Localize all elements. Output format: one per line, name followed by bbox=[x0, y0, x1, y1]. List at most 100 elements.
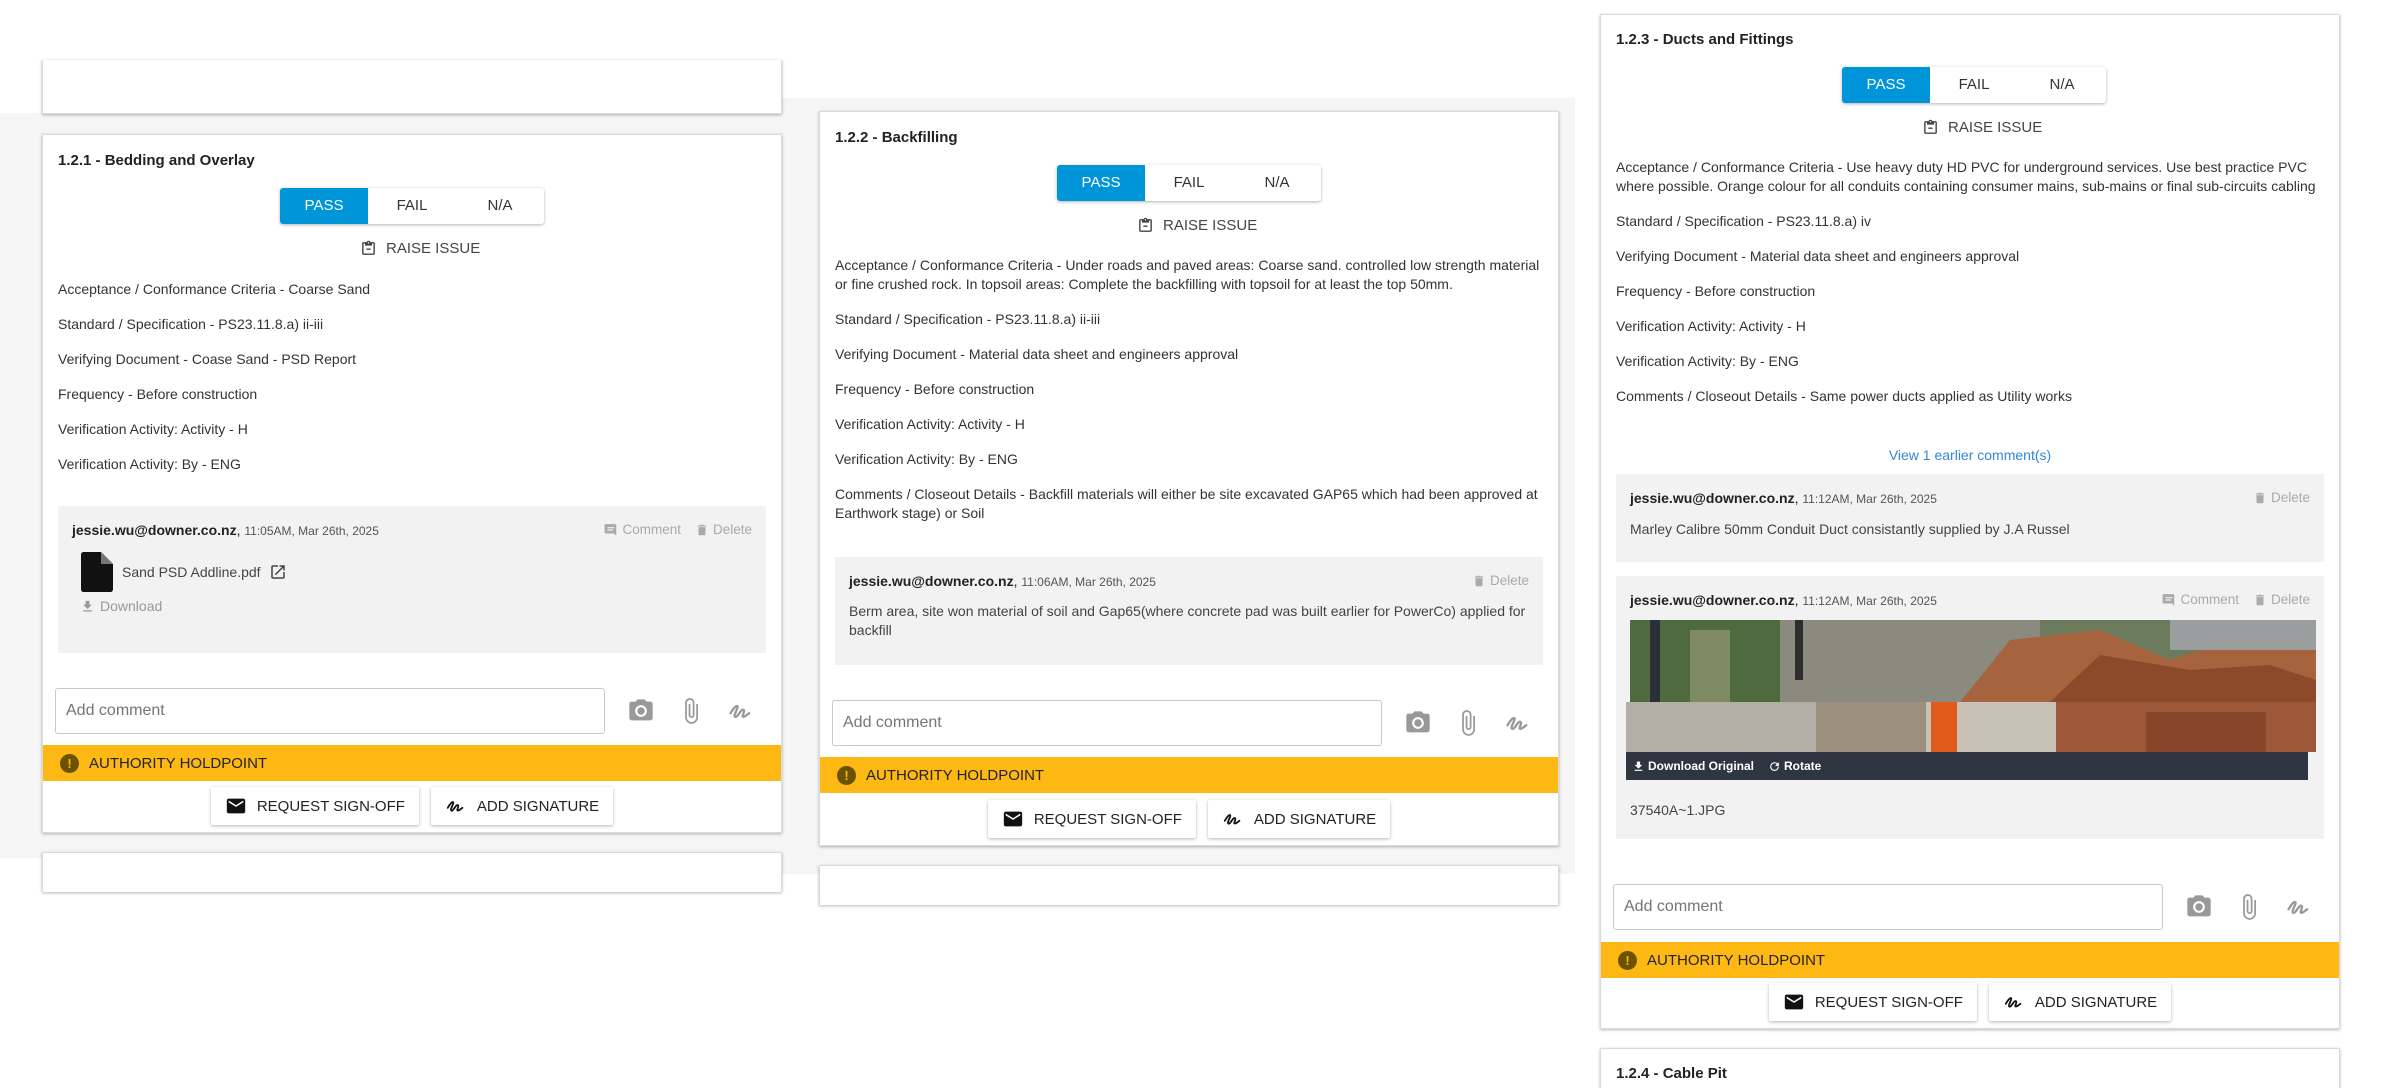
trash-icon bbox=[2255, 594, 2265, 605]
fail-option[interactable]: FAIL bbox=[368, 188, 456, 224]
na-option[interactable]: N/A bbox=[456, 188, 544, 224]
delete-button[interactable]: Delete bbox=[2253, 592, 2310, 607]
signature-icon[interactable] bbox=[727, 697, 755, 725]
download-label: Download bbox=[100, 598, 163, 614]
request-signoff-button[interactable]: REQUEST SIGN-OFF bbox=[987, 800, 1196, 838]
trash-icon bbox=[697, 524, 707, 535]
rotate-button[interactable]: Rotate bbox=[1768, 759, 1821, 773]
comment-icon bbox=[605, 523, 617, 536]
attachment-filename: Sand PSD Addline.pdf bbox=[122, 564, 261, 580]
clipboard-icon bbox=[1139, 217, 1152, 232]
add-comment-row bbox=[1613, 884, 2313, 930]
view-earlier-comments-link[interactable]: View 1 earlier comment(s) bbox=[1601, 447, 2339, 463]
comment-text: Berm area, site won material of soil and… bbox=[849, 603, 1526, 638]
criteria-line: Acceptance / Conformance Criteria - Use … bbox=[1616, 159, 2316, 194]
criteria-line: Acceptance / Conformance Criteria - Unde… bbox=[835, 257, 1540, 292]
request-signoff-label: REQUEST SIGN-OFF bbox=[256, 797, 405, 815]
criteria-line: Verifying Document - Material data sheet… bbox=[835, 346, 1239, 362]
request-signoff-label: REQUEST SIGN-OFF bbox=[1033, 810, 1182, 828]
camera-icon[interactable] bbox=[2185, 893, 2213, 921]
open-external-icon[interactable] bbox=[269, 563, 287, 581]
attachment-filename: 37540A~1.JPG bbox=[1630, 802, 1726, 818]
comment-timestamp: 11:12AM, Mar 26th, 2025 bbox=[1802, 594, 1937, 608]
signature-icon[interactable] bbox=[2285, 893, 2313, 921]
criteria-line: Verification Activity: Activity - H bbox=[1616, 318, 1806, 334]
comment-button[interactable]: Comment bbox=[604, 522, 681, 537]
add-signature-label: ADD SIGNATURE bbox=[476, 797, 600, 815]
add-signature-button[interactable]: ADD SIGNATURE bbox=[430, 787, 614, 825]
attachment-photo[interactable] bbox=[1630, 620, 2316, 702]
criteria-line: Comments / Closeout Details - Backfill m… bbox=[835, 486, 1538, 521]
criteria-line: Verifying Document - Coase Sand - PSD Re… bbox=[58, 351, 357, 367]
alert-icon: ! bbox=[60, 753, 79, 773]
criteria-line: Comments / Closeout Details - Same power… bbox=[1616, 388, 2072, 404]
fail-option[interactable]: FAIL bbox=[1930, 67, 2018, 103]
comment-author: jessie.wu@downer.co.nz bbox=[1630, 490, 1795, 506]
photo-image-lower bbox=[1626, 702, 2316, 752]
card-title: 1.2.1 - Bedding and Overlay bbox=[58, 152, 255, 169]
document-icon bbox=[81, 552, 113, 592]
photo-image bbox=[1630, 620, 2316, 702]
add-comment-input[interactable] bbox=[55, 688, 605, 734]
previous-card-edge-left bbox=[42, 60, 782, 114]
delete-button[interactable]: Delete bbox=[1472, 573, 1529, 588]
signoff-actions: REQUEST SIGN-OFF ADD SIGNATURE bbox=[43, 787, 781, 825]
attach-icon[interactable] bbox=[677, 697, 705, 725]
inspection-card-1-2-4: 1.2.4 - Cable Pit bbox=[1600, 1048, 2340, 1088]
comment-author: jessie.wu@downer.co.nz bbox=[849, 573, 1014, 589]
criteria-line: Frequency - Before construction bbox=[58, 386, 258, 402]
raise-issue-label: RAISE ISSUE bbox=[386, 240, 481, 257]
na-option[interactable]: N/A bbox=[2018, 67, 2106, 103]
inspection-card-1-2-2: 1.2.2 - Backfilling PASS FAIL N/A RAISE … bbox=[819, 111, 1559, 846]
delete-button[interactable]: Delete bbox=[695, 522, 752, 537]
signature-icon[interactable] bbox=[1504, 709, 1532, 737]
raise-issue-button[interactable]: RAISE ISSUE bbox=[1137, 217, 1257, 234]
download-original-label: Download Original bbox=[1648, 759, 1755, 773]
fail-option[interactable]: FAIL bbox=[1145, 165, 1233, 201]
card-title: 1.2.4 - Cable Pit bbox=[1616, 1065, 1727, 1082]
delete-label: Delete bbox=[1489, 573, 1529, 588]
download-original-button[interactable]: Download Original bbox=[1632, 759, 1754, 773]
trash-icon bbox=[2255, 492, 2265, 503]
result-toggle: PASS FAIL N/A bbox=[1057, 165, 1321, 201]
download-icon bbox=[83, 600, 92, 611]
comment-timestamp: 11:12AM, Mar 26th, 2025 bbox=[1802, 492, 1937, 506]
criteria-line: Verification Activity: Activity - H bbox=[58, 421, 248, 437]
card-title: 1.2.2 - Backfilling bbox=[835, 129, 958, 146]
alert-icon: ! bbox=[1618, 950, 1637, 970]
comment-text: Marley Calibre 50mm Conduit Duct consist… bbox=[1630, 521, 2070, 537]
alert-icon: ! bbox=[837, 765, 856, 785]
attach-icon[interactable] bbox=[1454, 709, 1482, 737]
add-signature-button[interactable]: ADD SIGNATURE bbox=[1988, 983, 2172, 1021]
criteria-line: Standard / Specification - PS23.11.8.a) … bbox=[58, 316, 324, 332]
attach-icon[interactable] bbox=[2235, 893, 2263, 921]
trash-icon bbox=[1474, 575, 1484, 586]
criteria-line: Verification Activity: By - ENG bbox=[58, 456, 241, 472]
request-signoff-button[interactable]: REQUEST SIGN-OFF bbox=[1768, 983, 1977, 1021]
comment-button[interactable]: Comment bbox=[2162, 592, 2239, 607]
camera-icon[interactable] bbox=[1404, 709, 1432, 737]
delete-button[interactable]: Delete bbox=[2253, 490, 2310, 505]
pass-option[interactable]: PASS bbox=[280, 188, 368, 224]
pass-option[interactable]: PASS bbox=[1057, 165, 1145, 201]
attachment-file[interactable]: Sand PSD Addline.pdf bbox=[80, 552, 287, 592]
raise-issue-button[interactable]: RAISE ISSUE bbox=[360, 240, 480, 257]
download-link[interactable]: Download bbox=[80, 598, 162, 614]
add-comment-input[interactable] bbox=[832, 700, 1382, 746]
criteria-line: Frequency - Before construction bbox=[835, 381, 1035, 397]
pass-option[interactable]: PASS bbox=[1842, 67, 1930, 103]
na-option[interactable]: N/A bbox=[1233, 165, 1321, 201]
comment-icon bbox=[2163, 593, 2175, 606]
attachment-photo-lower bbox=[1626, 702, 2316, 752]
add-signature-button[interactable]: ADD SIGNATURE bbox=[1207, 800, 1391, 838]
delete-label: Delete bbox=[2270, 490, 2310, 505]
result-toggle: PASS FAIL N/A bbox=[1842, 67, 2106, 103]
request-signoff-button[interactable]: REQUEST SIGN-OFF bbox=[210, 787, 419, 825]
comment-item: jessie.wu@downer.co.nz, 11:12AM, Mar 26t… bbox=[1616, 474, 2324, 562]
raise-issue-button[interactable]: RAISE ISSUE bbox=[1922, 119, 2042, 136]
comment-author: jessie.wu@downer.co.nz bbox=[72, 522, 237, 538]
delete-label: Delete bbox=[712, 522, 752, 537]
add-comment-input[interactable] bbox=[1613, 884, 2163, 930]
result-toggle: PASS FAIL N/A bbox=[280, 188, 544, 224]
camera-icon[interactable] bbox=[627, 697, 655, 725]
